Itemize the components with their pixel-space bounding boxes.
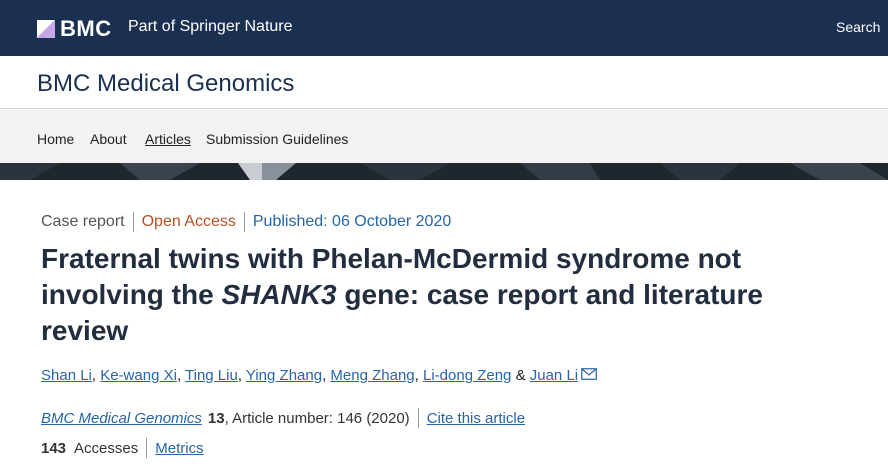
volume-number: 13	[207, 409, 225, 427]
article-meta: Case report Open Access Published: 06 Oc…	[41, 212, 451, 232]
bmc-logo-text: BMC	[60, 16, 112, 41]
published-date: Published: 06 October 2020	[252, 213, 452, 230]
article-title: Fraternal twins with Phelan-McDermid syn…	[41, 241, 841, 349]
nav-home[interactable]: Home	[37, 131, 74, 147]
author-and: &	[511, 367, 530, 384]
journal-title[interactable]: BMC Medical Genomics	[37, 70, 294, 98]
accesses-label: Accesses	[74, 439, 139, 457]
decorative-banner	[0, 163, 888, 180]
author-separator: ,	[237, 367, 246, 384]
article-type: Case report	[41, 213, 125, 230]
journal-link[interactable]: BMC Medical Genomics	[41, 410, 202, 427]
metrics-link[interactable]: Metrics	[155, 440, 203, 457]
author-link[interactable]: Ying Zhang	[246, 367, 322, 384]
cite-this-article-link[interactable]: Cite this article	[427, 410, 525, 427]
author-separator: ,	[176, 367, 186, 384]
author-separator: ,	[414, 367, 423, 384]
nav-submission-guidelines[interactable]: Submission Guidelines	[206, 131, 348, 147]
author-link[interactable]: Meng Zhang	[330, 367, 414, 384]
author-link[interactable]: Ting Liu	[185, 367, 238, 384]
author-link[interactable]: Ke-wang Xi	[100, 367, 177, 384]
publisher-tagline[interactable]: Part of Springer Nature	[128, 18, 293, 36]
accesses-count: 143	[41, 439, 67, 457]
open-access-badge: Open Access	[141, 213, 236, 230]
author-link[interactable]: Shan Li	[41, 367, 92, 384]
bmc-logo-icon	[37, 20, 55, 38]
author-list: Shan Li, Ke-wang Xi, Ting Liu, Ying Zhan…	[41, 367, 597, 384]
envelope-icon[interactable]	[581, 367, 597, 384]
metrics-info: 143 Accesses Metrics	[41, 438, 204, 458]
article-number: , Article number: 146 (2020)	[224, 409, 410, 427]
publisher-header: BMC Part of Springer Nature Search	[0, 0, 888, 56]
divider	[132, 212, 134, 232]
author-link[interactable]: Li-dong Zeng	[423, 367, 511, 384]
nav-about[interactable]: About	[90, 131, 127, 147]
divider	[417, 408, 419, 428]
divider	[243, 212, 245, 232]
bmc-logo[interactable]: BMC	[37, 16, 112, 42]
journal-header: BMC Medical Genomics	[0, 56, 888, 109]
citation-info: BMC Medical Genomics 13 , Article number…	[41, 408, 525, 428]
author-separator: ,	[91, 367, 101, 384]
article-title-gene: SHANK3	[221, 279, 337, 310]
nav-articles[interactable]: Articles	[145, 131, 191, 147]
search-link[interactable]: Search	[836, 19, 880, 35]
divider	[146, 438, 148, 458]
journal-nav: Home About Articles Submission Guideline…	[0, 110, 888, 163]
author-link[interactable]: Juan Li	[530, 367, 578, 384]
